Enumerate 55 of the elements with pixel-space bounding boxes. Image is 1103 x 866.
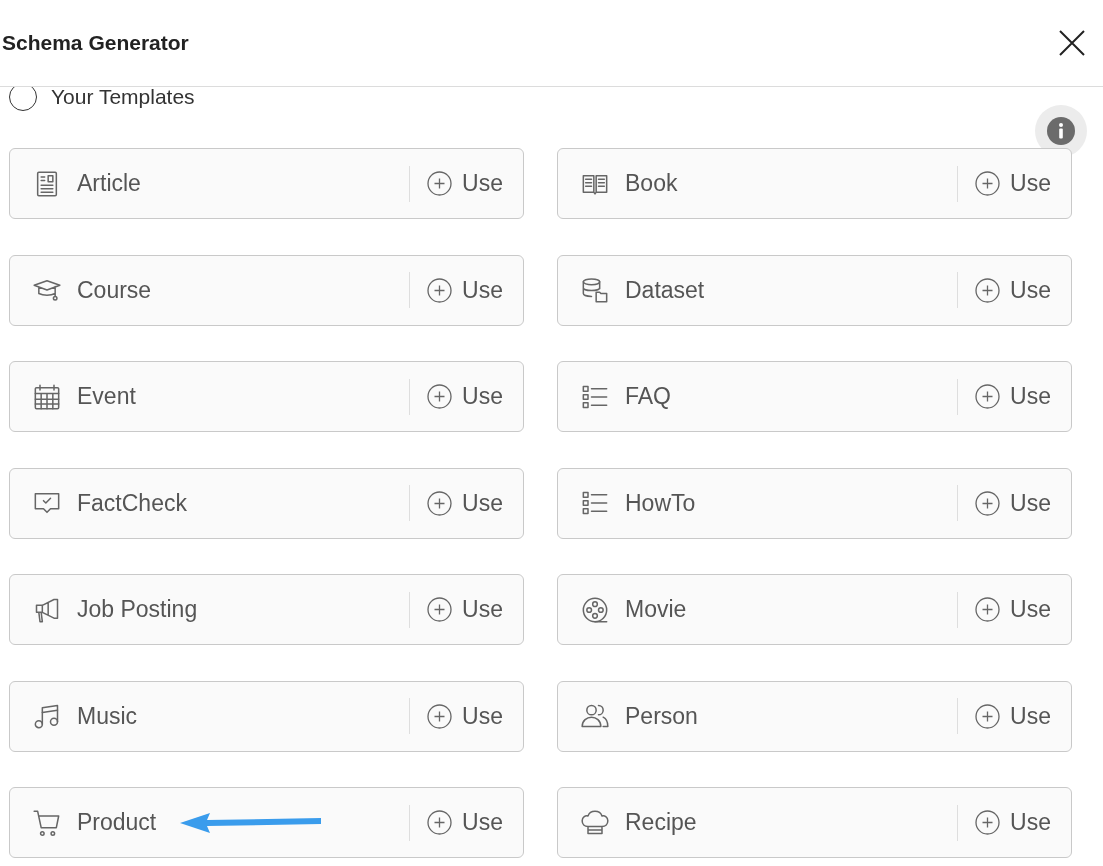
template-name: Person <box>625 701 698 731</box>
use-button[interactable]: Use <box>975 166 1051 201</box>
plus-circle-icon <box>427 384 453 409</box>
close-icon <box>1058 29 1086 57</box>
plus-circle-icon <box>975 277 1001 303</box>
plus-circle-icon <box>975 810 1001 835</box>
use-button[interactable]: Use <box>427 485 503 521</box>
calendar-icon <box>33 382 61 411</box>
template-name: Event <box>77 382 136 412</box>
music-note-icon <box>33 702 61 730</box>
template-name: FactCheck <box>77 488 187 518</box>
use-button[interactable]: Use <box>427 805 503 840</box>
use-button[interactable]: Use <box>975 272 1051 308</box>
use-button[interactable]: Use <box>975 379 1051 414</box>
database-icon <box>581 276 609 304</box>
template-name: Article <box>77 169 141 199</box>
close-button[interactable] <box>1057 28 1087 58</box>
dialog-title: Schema Generator <box>2 30 189 57</box>
plus-circle-icon <box>975 171 1001 196</box>
use-button[interactable]: Use <box>427 166 503 201</box>
list-icon <box>581 489 609 517</box>
template-name: Book <box>625 169 678 199</box>
plus-circle-icon <box>427 277 453 303</box>
chef-hat-icon <box>581 808 609 837</box>
template-name: Course <box>77 275 152 305</box>
use-button[interactable]: Use <box>427 272 503 308</box>
use-button[interactable]: Use <box>975 485 1051 521</box>
plus-circle-icon <box>427 171 453 196</box>
plus-circle-icon <box>975 384 1001 409</box>
use-button[interactable]: Use <box>427 592 503 627</box>
plus-circle-icon <box>427 490 453 516</box>
plus-circle-icon <box>427 703 453 729</box>
use-button[interactable]: Use <box>427 698 503 734</box>
people-icon <box>581 702 609 730</box>
use-button[interactable]: Use <box>975 698 1051 734</box>
template-name: Job Posting <box>77 595 198 625</box>
plus-circle-icon <box>975 703 1001 729</box>
plus-circle-icon <box>975 490 1001 516</box>
use-button[interactable]: Use <box>427 379 503 414</box>
template-name: Dataset <box>625 275 705 305</box>
use-button[interactable]: Use <box>975 805 1051 840</box>
template-name: HowTo <box>625 488 696 518</box>
template-name: Music <box>77 701 138 731</box>
plus-circle-icon <box>975 597 1001 622</box>
use-button[interactable]: Use <box>975 592 1051 627</box>
film-reel-icon <box>581 595 609 624</box>
plus-circle-icon <box>427 597 453 622</box>
template-name: FAQ <box>625 382 671 412</box>
radio-label: Your Templates <box>51 84 195 111</box>
info-icon <box>1047 117 1075 145</box>
plus-circle-icon <box>427 810 453 835</box>
template-name: Product <box>77 808 157 838</box>
template-name: Movie <box>625 595 687 625</box>
template-name: Recipe <box>625 808 697 838</box>
shopping-cart-icon <box>33 808 61 837</box>
